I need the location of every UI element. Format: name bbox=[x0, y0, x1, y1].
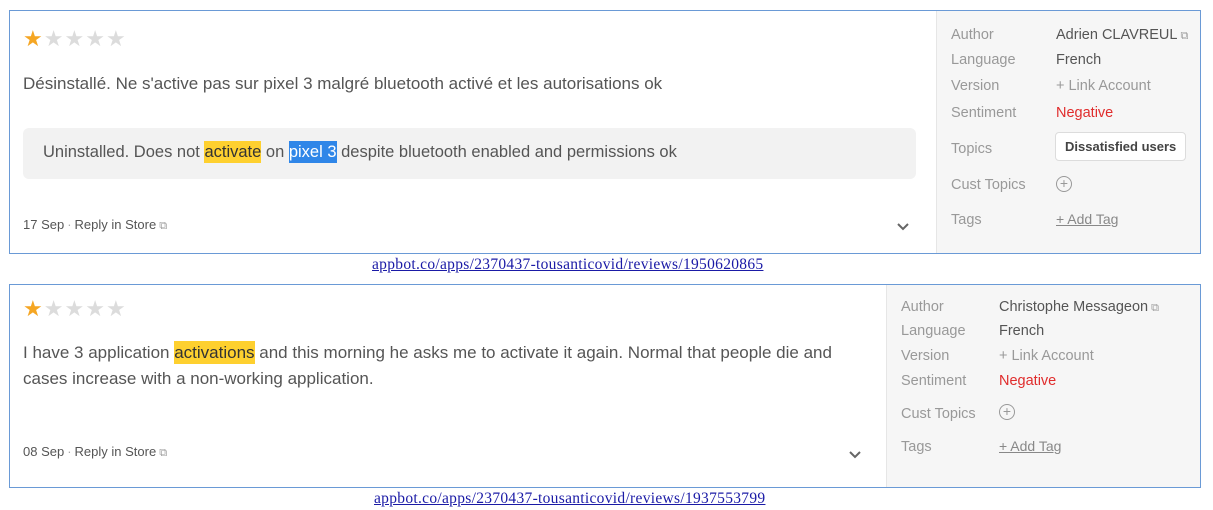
external-link-icon[interactable]: ⧉ bbox=[1151, 302, 1159, 314]
star-icon: ★ bbox=[85, 27, 105, 52]
language-value: French bbox=[1056, 52, 1102, 68]
translation-segment: Uninstalled. Does not bbox=[43, 143, 205, 161]
review-segment: I have 3 application bbox=[23, 343, 175, 362]
star-icon: ★ bbox=[105, 27, 126, 52]
sentiment-value: Negative bbox=[1056, 105, 1114, 121]
plus-circle-icon[interactable]: + bbox=[999, 404, 1015, 420]
selected-text[interactable]: pixel 3 bbox=[288, 141, 337, 163]
review-date: 17 Sep bbox=[23, 217, 65, 232]
link-account-link[interactable]: + Link Account bbox=[1056, 78, 1151, 94]
star-icon: ★ bbox=[64, 27, 85, 52]
sentiment-label: Sentiment bbox=[951, 105, 1017, 121]
translation-segment: on bbox=[261, 143, 289, 161]
chevron-down-icon[interactable] bbox=[896, 219, 910, 235]
review-text-line: cases increase with a non-working applic… bbox=[23, 369, 374, 388]
review-footer: 08 Sep · Reply in Store ⧉ bbox=[23, 444, 167, 460]
tags-label: Tags bbox=[901, 439, 932, 455]
star-icon: ★ bbox=[85, 297, 105, 322]
author-label: Author bbox=[951, 27, 994, 43]
review-text-line: I have 3 application activations and thi… bbox=[23, 340, 883, 366]
review-date: 08 Sep bbox=[23, 444, 65, 459]
review-main: ★ ★ ★ ★ ★ Désinstallé. Ne s'active pas s… bbox=[10, 11, 936, 253]
topics-label: Topics bbox=[951, 141, 993, 157]
review-meta-panel: Author Adrien CLAVREUL ⧉ Language French … bbox=[936, 11, 1200, 253]
version-label: Version bbox=[951, 78, 1000, 94]
language-label: Language bbox=[901, 323, 966, 339]
review-card: ★ ★ ★ ★ ★ Désinstallé. Ne s'active pas s… bbox=[9, 10, 1201, 254]
translation-segment: despite bluetooth enabled and permission… bbox=[336, 143, 677, 161]
external-link-icon[interactable]: ⧉ bbox=[159, 220, 167, 232]
language-value: French bbox=[999, 323, 1045, 339]
translation-box: Uninstalled. Does not activate on pixel … bbox=[23, 128, 916, 179]
author-label: Author bbox=[901, 299, 944, 315]
star-icon: ★ bbox=[43, 27, 64, 52]
star-icon: ★ bbox=[64, 297, 85, 322]
reply-in-store-link[interactable]: Reply in Store bbox=[75, 217, 157, 232]
review-text: Désinstallé. Ne s'active pas sur pixel 3… bbox=[23, 74, 663, 93]
star-rating: ★ ★ ★ ★ ★ bbox=[23, 299, 126, 321]
cust-topics-label: Cust Topics bbox=[951, 177, 1026, 193]
review-segment: and this morning he asks me to activate … bbox=[254, 343, 832, 362]
sentiment-label: Sentiment bbox=[901, 373, 967, 389]
review-url-link[interactable]: appbot.co/apps/2370437-tousanticovid/rev… bbox=[372, 256, 763, 274]
add-tag-link[interactable]: + Add Tag bbox=[999, 438, 1061, 454]
language-label: Language bbox=[951, 52, 1016, 68]
external-link-icon[interactable]: ⧉ bbox=[159, 447, 167, 459]
star-icon: ★ bbox=[105, 297, 126, 322]
author-name[interactable]: Christophe Messageon bbox=[999, 299, 1148, 315]
star-icon: ★ bbox=[43, 297, 64, 322]
author-link[interactable]: Christophe Messageon ⧉ bbox=[999, 299, 1159, 315]
cust-topics-label: Cust Topics bbox=[901, 406, 976, 422]
highlight-keyword: activations bbox=[174, 341, 255, 364]
sentiment-value: Negative bbox=[999, 373, 1057, 389]
add-tag-link[interactable]: + Add Tag bbox=[1056, 211, 1118, 227]
review-main: ★ ★ ★ ★ ★ I have 3 application activatio… bbox=[10, 285, 886, 487]
review-text: I have 3 application activations and thi… bbox=[23, 340, 883, 392]
chevron-down-icon[interactable] bbox=[848, 447, 862, 463]
review-meta-panel: Author Christophe Messageon ⧉ Language Fr… bbox=[886, 285, 1200, 487]
separator-dot: · bbox=[67, 217, 72, 232]
separator-dot: · bbox=[67, 444, 72, 459]
highlight-keyword: activate bbox=[204, 141, 262, 163]
link-account-link[interactable]: + Link Account bbox=[999, 348, 1094, 364]
reply-in-store-link[interactable]: Reply in Store bbox=[75, 444, 157, 459]
star-icon: ★ bbox=[23, 297, 43, 322]
external-link-icon[interactable]: ⧉ bbox=[1180, 30, 1188, 42]
star-rating: ★ ★ ★ ★ ★ bbox=[23, 29, 126, 51]
translation-text: Uninstalled. Does not activate on pixel … bbox=[43, 141, 677, 163]
author-name[interactable]: Adrien CLAVREUL bbox=[1056, 27, 1177, 43]
star-icon: ★ bbox=[23, 27, 43, 52]
review-footer: 17 Sep · Reply in Store ⧉ bbox=[23, 217, 167, 233]
author-link[interactable]: Adrien CLAVREUL ⧉ bbox=[1056, 27, 1188, 43]
tags-label: Tags bbox=[951, 212, 982, 228]
version-label: Version bbox=[901, 348, 950, 364]
review-card: ★ ★ ★ ★ ★ I have 3 application activatio… bbox=[9, 284, 1201, 488]
topic-badge[interactable]: Dissatisfied users bbox=[1055, 132, 1187, 161]
review-url-link[interactable]: appbot.co/apps/2370437-tousanticovid/rev… bbox=[374, 490, 765, 508]
plus-circle-icon[interactable]: + bbox=[1056, 176, 1072, 192]
